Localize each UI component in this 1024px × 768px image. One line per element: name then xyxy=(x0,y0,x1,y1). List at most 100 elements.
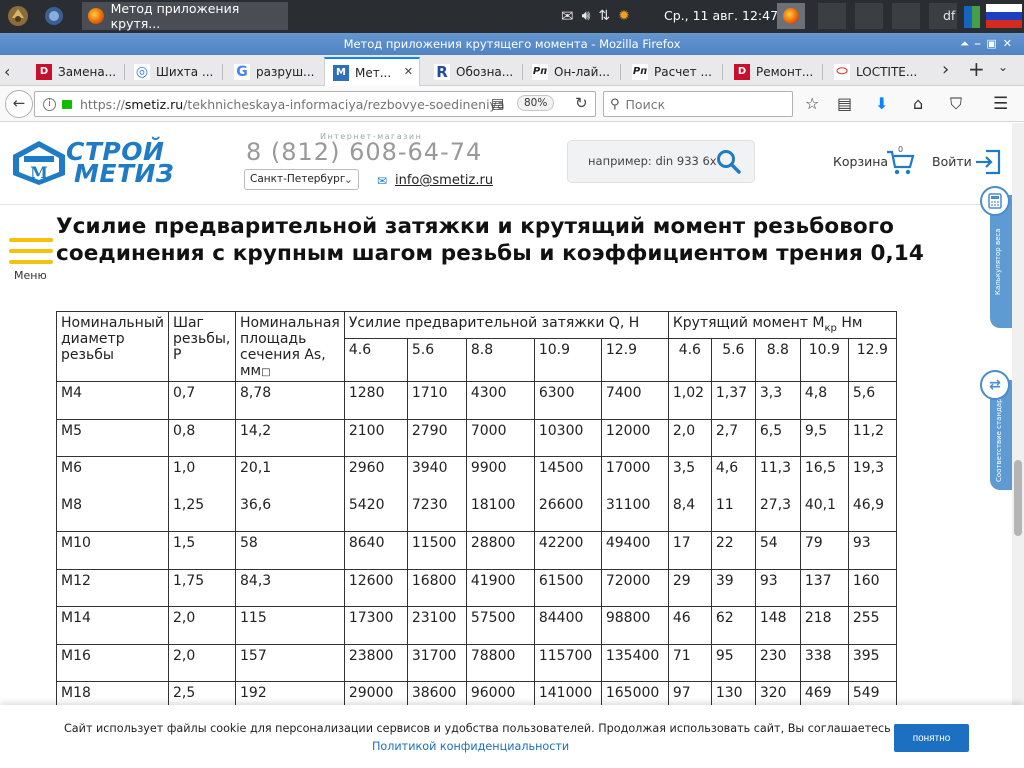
update-icon[interactable]: ✹ xyxy=(618,8,630,24)
cell-torque: 1,37 xyxy=(710,381,756,420)
tab-1[interactable]: D Замена... xyxy=(28,57,122,86)
phone-number[interactable]: 8 (812) 608-64-74 xyxy=(246,138,482,166)
cell-preload-value: 17300 xyxy=(348,610,394,626)
tabs-scroll-right-button[interactable]: › xyxy=(942,59,949,80)
bookmark-star-icon[interactable]: ☆ xyxy=(805,94,819,114)
cell-torque: 338 xyxy=(799,643,849,682)
cell-pitch-value: 0,7 xyxy=(173,385,196,401)
url-bar[interactable]: i https://smetiz.ru/tekhnicheskaya-infor… xyxy=(34,91,596,117)
preload-class-header: 10.9 xyxy=(533,338,602,382)
library-icon[interactable]: ▤ xyxy=(837,94,852,114)
cell-torque-value: 11,3 xyxy=(759,460,792,476)
close-tab-icon[interactable]: ✕ xyxy=(404,65,413,78)
cell-preload-value: 23800 xyxy=(348,647,394,664)
cell-preload: 16800 xyxy=(406,568,467,607)
cell-preload-value: 12000 xyxy=(605,422,651,439)
login-icon[interactable] xyxy=(974,148,1002,176)
tabs-scroll-left-button[interactable]: ‹ xyxy=(4,62,10,81)
user-name[interactable]: df xyxy=(943,8,955,23)
keyboard-layout-flag-icon[interactable] xyxy=(986,4,1022,28)
back-button[interactable]: ← xyxy=(5,90,33,118)
cell-pitch-value: 2,0 xyxy=(173,610,196,626)
cell-torque-value: 93 xyxy=(759,572,778,589)
swap-arrows-icon[interactable]: ⇄ xyxy=(980,370,1010,400)
taskbar-firefox-window[interactable]: Метод приложения крутя... xyxy=(82,1,288,31)
cell-torque: 62 xyxy=(710,606,756,645)
new-tab-button[interactable]: + xyxy=(968,57,985,81)
tab-6[interactable]: Рп Он-лай... xyxy=(524,57,618,86)
tab-favicon-icon: Рп xyxy=(532,63,548,80)
city-select[interactable]: Санкт-Петербург ⌄ xyxy=(244,169,359,190)
cell-pitch: 1,75 xyxy=(168,568,236,607)
site-logo[interactable]: M СТРОЙ МЕТИЗ xyxy=(10,139,174,187)
lock-icon[interactable] xyxy=(62,99,72,109)
cookie-accept-button[interactable]: понятно xyxy=(894,724,969,752)
calculator-icon[interactable] xyxy=(980,186,1010,216)
tab-separator xyxy=(222,64,223,80)
cell-preload: 10300 xyxy=(533,418,602,457)
tab-9[interactable]: ⬭ LOCTITE... xyxy=(826,57,924,86)
workspace-2[interactable] xyxy=(818,3,846,29)
workspace-4[interactable] xyxy=(892,3,920,29)
browser-launcher-icon[interactable] xyxy=(44,6,64,26)
pocket-icon[interactable]: ⛉ xyxy=(950,94,962,114)
clock[interactable]: Ср., 11 авг. 12:47 xyxy=(664,8,778,23)
tab-7[interactable]: Рп Расчет ... xyxy=(624,57,720,86)
downloads-icon[interactable]: ⬇ xyxy=(875,94,888,114)
tab-label: Он-лай... xyxy=(554,64,610,79)
header-area: Номинальная площадь сечения As, мм□ xyxy=(235,311,345,382)
home-icon[interactable]: ⌂ xyxy=(913,94,923,114)
reload-icon[interactable]: ↻ xyxy=(575,94,588,112)
tab-4[interactable]: M Мет... ✕ xyxy=(324,57,420,86)
tab-5[interactable]: R Обозна... xyxy=(426,57,520,86)
tab-8[interactable]: D Ремонт... xyxy=(726,57,820,86)
site-menu-button[interactable]: Меню xyxy=(8,236,56,286)
cell-torque: 29 xyxy=(667,568,712,607)
login-link[interactable]: Войти xyxy=(932,154,972,169)
cell-preload: 7400 xyxy=(600,381,669,420)
network-icon[interactable]: ⇅ xyxy=(598,8,610,24)
search-icon[interactable] xyxy=(716,149,742,175)
cell-torque-value: 255 xyxy=(852,610,880,626)
page-scrollbar[interactable] xyxy=(1012,123,1024,705)
workspace-3[interactable] xyxy=(855,3,883,29)
cell-torque: 22 xyxy=(710,531,756,570)
cell-pitch-value: 2,5 xyxy=(173,685,196,701)
info-icon[interactable]: i xyxy=(43,97,56,111)
preload-class-header: 12.9 xyxy=(600,338,669,382)
cell-diameter: M5 xyxy=(56,418,169,457)
cell-preload: 41900 xyxy=(465,568,535,607)
search-bar[interactable]: ⚲ Поиск xyxy=(603,91,793,117)
cell-torque-value: 27,3 xyxy=(759,497,792,513)
tab-3[interactable]: Gразруш... xyxy=(226,57,320,86)
cell-preload: 1280 xyxy=(343,381,408,420)
cell-preload-value: 72000 xyxy=(605,572,651,589)
site-search-input[interactable]: например: din 933 6x xyxy=(567,140,755,183)
zoom-level[interactable]: 80% xyxy=(517,95,555,111)
cell-diameter-value: M4 xyxy=(61,385,82,401)
hamburger-menu-icon[interactable]: ☰ xyxy=(993,94,1008,114)
url-text: https://smetiz.ru/tekhnicheskaya-informa… xyxy=(80,97,505,112)
workspace-firefox[interactable] xyxy=(777,3,805,29)
page-scrollbar-thumb[interactable] xyxy=(1014,460,1022,536)
cell-preload: 31700 xyxy=(406,643,467,682)
window-controls[interactable]: ⏶⎯▣✕ xyxy=(960,33,1018,55)
tab-2[interactable]: ◎ Шихта ... xyxy=(126,57,220,86)
cell-pitch-value: 1,25 xyxy=(173,497,205,513)
privacy-policy-link[interactable]: Политикой конфиденциальности xyxy=(372,740,569,753)
cell-torque-value: 62 xyxy=(715,610,734,626)
cell-preload: 17000 31100 xyxy=(600,456,669,532)
cell-torque: 137 xyxy=(799,568,849,607)
cart-icon[interactable]: 0 xyxy=(886,145,916,176)
email-link[interactable]: info@smetiz.ru xyxy=(395,173,493,188)
cart-link[interactable]: Корзина xyxy=(833,154,888,169)
cell-torque: 9,5 xyxy=(799,418,849,457)
all-tabs-button[interactable]: ⌄ xyxy=(998,60,1008,74)
volume-icon[interactable]: 🔊︎ xyxy=(582,8,591,24)
reader-view-icon[interactable]: ▤ xyxy=(491,96,504,112)
cell-pitch-value: 1,0 xyxy=(173,460,196,476)
chevron-down-icon: ⌄ xyxy=(343,173,353,186)
app-menu-icon[interactable] xyxy=(6,4,30,28)
mail-icon[interactable]: ✉ xyxy=(561,7,574,25)
tab-label: LOCTITE... xyxy=(856,64,918,79)
